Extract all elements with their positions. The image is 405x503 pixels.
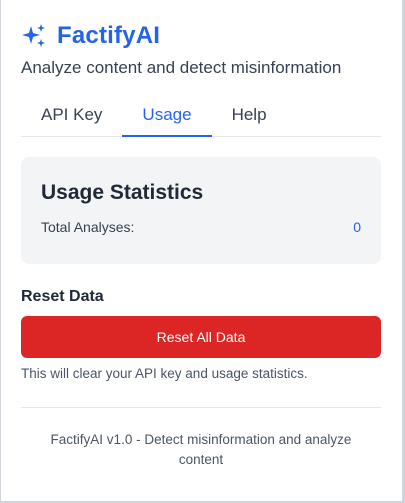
usage-statistics-title: Usage Statistics xyxy=(41,181,204,204)
tab-usage[interactable]: Usage xyxy=(122,98,212,137)
footer: FactifyAI v1.0 - Detect misinformation a… xyxy=(21,407,381,470)
total-analyses-row: Total Analyses: 0 xyxy=(41,219,361,235)
tab-help[interactable]: Help xyxy=(212,98,287,136)
header: FactifyAI xyxy=(21,18,381,54)
app-title: FactifyAI xyxy=(57,22,161,49)
reset-data-title: Reset Data xyxy=(21,288,104,305)
tab-api-key[interactable]: API Key xyxy=(21,98,122,136)
app-subtitle: Analyze content and detect misinformatio… xyxy=(21,58,342,77)
reset-all-data-button[interactable]: Reset All Data xyxy=(21,316,381,358)
sparkle-icon xyxy=(21,23,47,49)
window-border-left xyxy=(0,0,1,503)
tab-bar: API Key Usage Help xyxy=(21,98,381,137)
popup-container: FactifyAI Analyze content and detect mis… xyxy=(0,0,405,470)
total-analyses-label: Total Analyses: xyxy=(41,219,135,235)
footer-text: FactifyAI v1.0 - Detect misinformation a… xyxy=(50,432,352,467)
total-analyses-value: 0 xyxy=(353,219,361,235)
reset-warning-text: This will clear your API key and usage s… xyxy=(21,366,308,381)
usage-statistics-card: Usage Statistics Total Analyses: 0 xyxy=(21,157,381,264)
